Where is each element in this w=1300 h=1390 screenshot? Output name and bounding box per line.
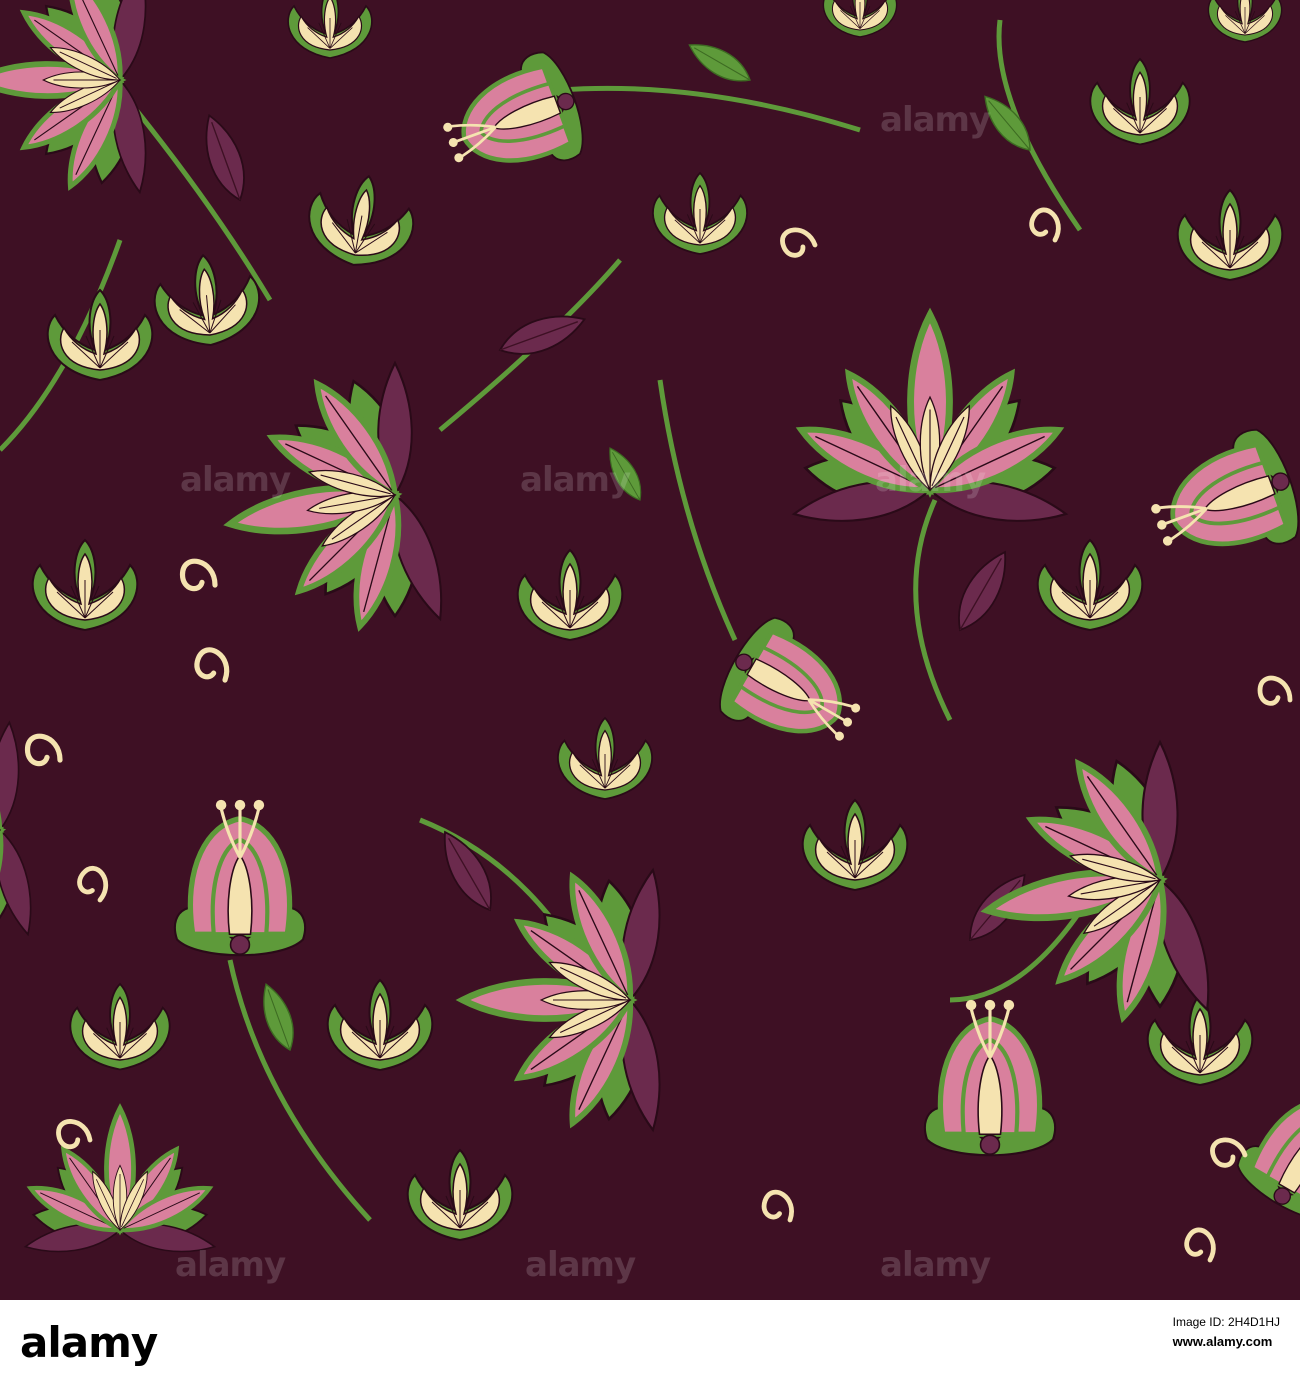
purple-leaf xyxy=(443,830,492,912)
stem xyxy=(227,959,372,1222)
image-meta: Image ID: 2H4D1HJ www.alamy.com xyxy=(1173,1312,1280,1352)
tulip-flower xyxy=(173,799,307,957)
cream-bud xyxy=(1146,993,1254,1087)
lotus-flower xyxy=(23,1103,217,1253)
cream-bud xyxy=(31,538,139,632)
cream-bud xyxy=(1089,57,1191,146)
floral-artwork xyxy=(0,0,1300,1263)
curl-tendril xyxy=(24,733,63,767)
cream-bud xyxy=(1176,188,1284,282)
curl-tendril xyxy=(1257,675,1293,706)
cream-bud xyxy=(69,982,171,1071)
curl-tendril xyxy=(1184,1227,1216,1263)
purple-leaf xyxy=(205,113,245,202)
green-leaf xyxy=(263,983,294,1052)
lotus-flower xyxy=(223,360,443,632)
image-id: Image ID: 2H4D1HJ xyxy=(1172,1315,1280,1329)
purple-leaf xyxy=(958,550,1007,632)
curl-tendril xyxy=(1029,207,1061,243)
lotus-flower xyxy=(0,0,147,195)
floral-pattern: alamy alamy alamy alamy alamy alamy alam… xyxy=(0,0,1300,1300)
stem xyxy=(657,379,738,642)
cream-bud xyxy=(287,0,373,59)
tulip-flower xyxy=(1151,428,1300,547)
cream-bud xyxy=(516,548,624,642)
tulip-flower xyxy=(923,999,1057,1157)
lotus-flower xyxy=(455,867,661,1133)
cream-bud xyxy=(326,978,434,1072)
lotus-flower xyxy=(791,307,1069,522)
curl-tendril xyxy=(77,865,109,903)
purple-leaf xyxy=(498,315,587,355)
cream-bud xyxy=(308,174,415,266)
curl-tendril xyxy=(761,1189,794,1223)
curl-tendril xyxy=(179,558,218,592)
alamy-logo[interactable]: alamy xyxy=(20,1318,158,1367)
cream-bud xyxy=(406,1148,514,1242)
stem xyxy=(913,498,953,722)
cream-bud xyxy=(652,171,748,255)
cream-bud xyxy=(822,0,898,38)
stock-footer: alamy Image ID: 2H4D1HJ www.alamy.com xyxy=(0,1300,1300,1390)
stem xyxy=(559,85,861,133)
site-link[interactable]: www.alamy.com xyxy=(1173,1332,1280,1352)
curl-tendril xyxy=(780,227,818,258)
cream-bud xyxy=(1207,0,1283,43)
green-leaf xyxy=(609,447,642,501)
green-leaf xyxy=(984,95,1031,151)
curl-tendril xyxy=(56,1119,93,1150)
cream-bud xyxy=(557,716,653,800)
tulip-flower xyxy=(443,51,584,163)
green-leaf xyxy=(688,44,751,82)
cream-bud xyxy=(1036,538,1144,632)
cream-bud xyxy=(801,798,909,892)
lotus-flower xyxy=(0,720,32,939)
curl-tendril xyxy=(194,647,230,683)
